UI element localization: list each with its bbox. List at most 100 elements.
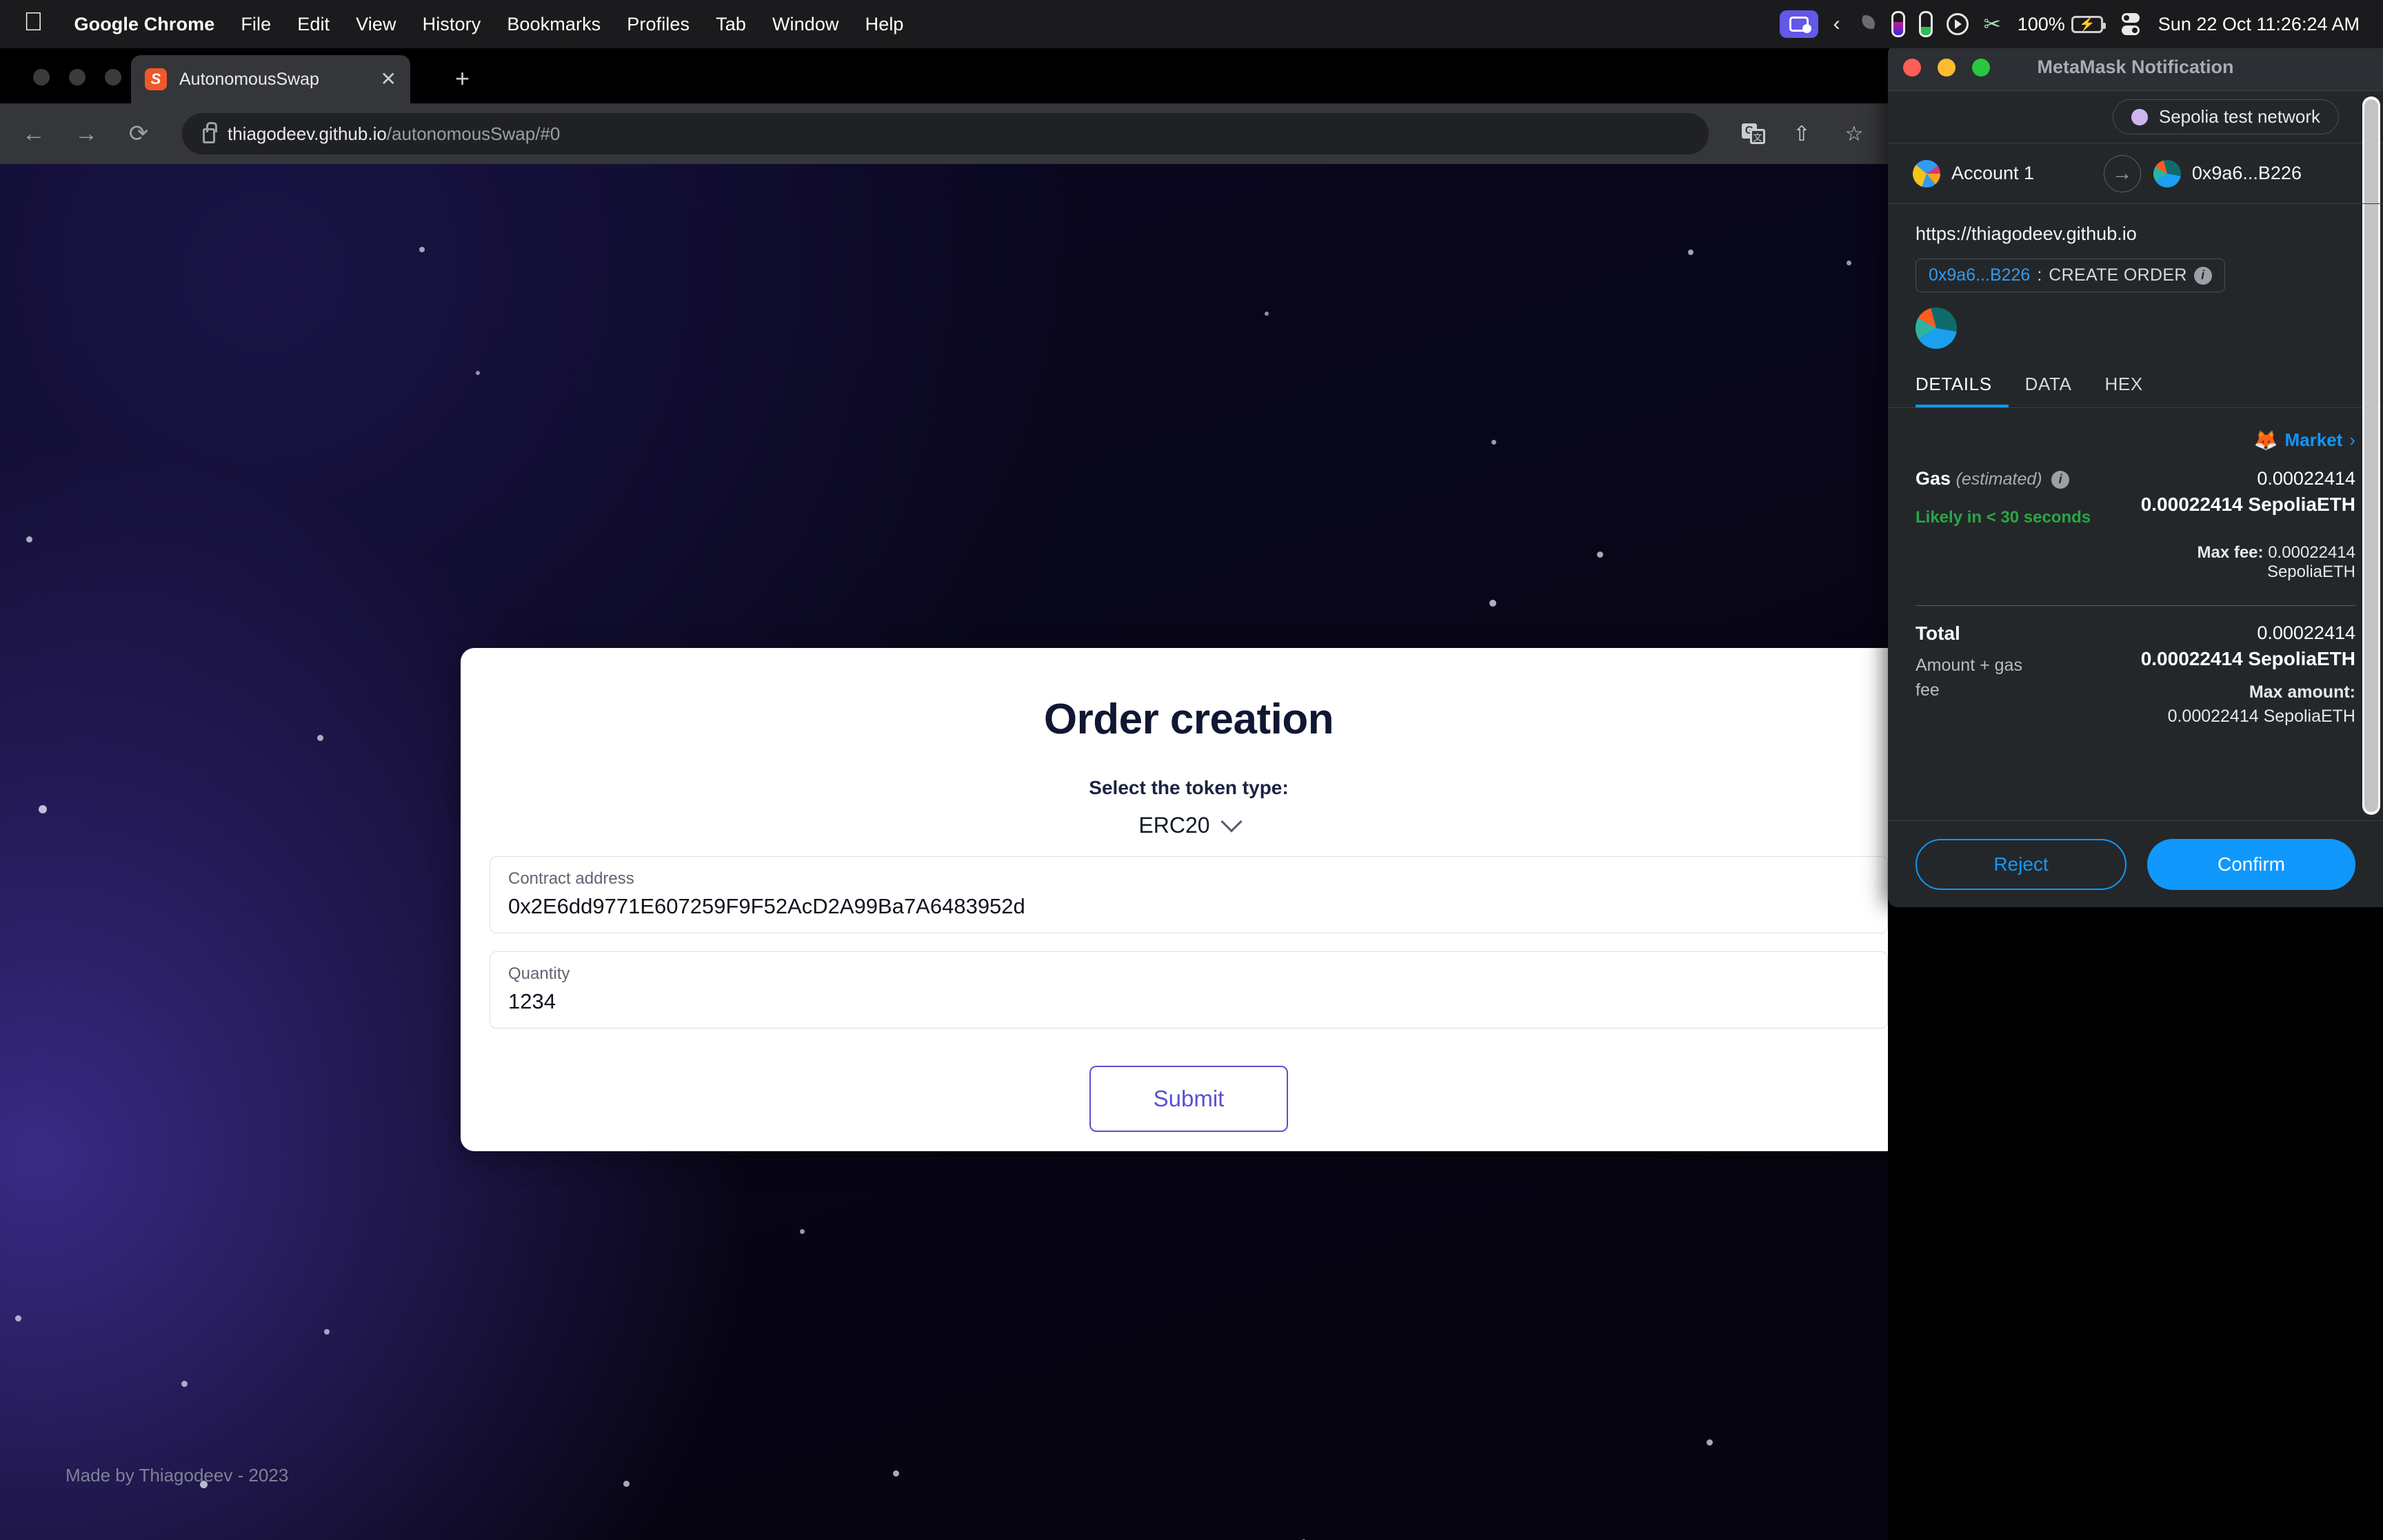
to-account-name: 0x9a6...B226 bbox=[2191, 163, 2302, 183]
origin-section: https://thiagodeev.github.io 0x9a6...B22… bbox=[1888, 204, 2383, 349]
menu-bar-clock[interactable]: Sun 22 Oct 11:26:24 AM bbox=[2158, 14, 2360, 35]
new-tab-button[interactable]: + bbox=[455, 66, 470, 91]
menu-item-file[interactable]: File bbox=[228, 14, 284, 35]
share-icon[interactable]: ⇧ bbox=[1786, 122, 1818, 146]
market-link[interactable]: 🦊 Market › bbox=[1916, 429, 2355, 452]
address-bar[interactable]: thiagodeev.github.io/autonomousSwap/#0 bbox=[182, 113, 1709, 154]
total-sublabel-line2: fee bbox=[1916, 680, 1940, 700]
gas-max-fee-label: Max fee: bbox=[2197, 543, 2264, 562]
browser-toolbar: ← → ⟳ thiagodeev.github.io/autonomousSwa… bbox=[0, 103, 1888, 164]
page-footer: Made by Thiagodeev - 2023 bbox=[66, 1465, 289, 1486]
menu-bar-status-area: ‹ ✂ 100% ⚡ Sun 22 Oct 11:26:24 AM bbox=[1779, 10, 2360, 38]
transaction-address[interactable]: 0x9a6...B226 bbox=[1929, 265, 2030, 285]
battery-charging-icon[interactable]: ⚡ bbox=[2071, 15, 2106, 33]
menu-item-view[interactable]: View bbox=[343, 14, 409, 35]
info-icon[interactable]: i bbox=[2193, 266, 2212, 285]
from-account[interactable]: Account 1 bbox=[1913, 159, 2091, 188]
metamask-title-bar: MetaMask Notification bbox=[1888, 44, 2383, 91]
star-dot bbox=[1688, 250, 1693, 255]
submit-button[interactable]: Submit bbox=[1089, 1066, 1288, 1132]
star-dot bbox=[26, 536, 32, 543]
screen-recording-icon[interactable] bbox=[1779, 10, 1818, 38]
address-bar-url: thiagodeev.github.io/autonomousSwap/#0 bbox=[228, 123, 560, 145]
battery-pill-green-icon[interactable] bbox=[1918, 11, 1933, 37]
chevron-left-icon[interactable]: ‹ bbox=[1833, 12, 1840, 36]
star-dot bbox=[39, 805, 47, 813]
metamask-traffic-lights[interactable] bbox=[1903, 58, 1990, 77]
minimize-window-button[interactable] bbox=[1938, 58, 1955, 77]
browser-tab[interactable]: S AutonomousSwap ✕ bbox=[131, 55, 410, 103]
market-label: Market bbox=[2284, 429, 2343, 450]
gas-label: Gas bbox=[1916, 468, 1951, 489]
menu-item-tab[interactable]: Tab bbox=[703, 14, 759, 35]
menu-item-google-chrome[interactable]: Google Chrome bbox=[61, 14, 228, 35]
star-dot bbox=[317, 735, 323, 741]
menu-item-edit[interactable]: Edit bbox=[284, 14, 343, 35]
url-host: thiagodeev.github.io bbox=[228, 123, 387, 144]
quantity-label: Quantity bbox=[508, 964, 570, 983]
menu-bar-left:  Google Chrome File Edit View History B… bbox=[23, 9, 917, 37]
total-amount-fiat: 0.00022414 bbox=[2257, 622, 2355, 643]
maximize-window-button[interactable] bbox=[1972, 58, 1990, 77]
tab-details[interactable]: DETAILS bbox=[1916, 367, 2009, 407]
metamask-notification-window: MetaMask Notification Sepolia test netwo… bbox=[1888, 44, 2383, 907]
reload-button[interactable]: ⟳ bbox=[123, 122, 154, 145]
info-icon[interactable]: i bbox=[2051, 470, 2070, 489]
menu-item-history[interactable]: History bbox=[410, 14, 494, 35]
menu-item-help[interactable]: Help bbox=[852, 14, 917, 35]
transaction-badge[interactable]: 0x9a6...B226 : CREATE ORDER i bbox=[1916, 259, 2225, 292]
total-amount-native: 0.00022414 SepoliaETH bbox=[2140, 648, 2355, 669]
chevron-down-icon bbox=[1220, 810, 1243, 833]
translate-icon[interactable]: G文 bbox=[1742, 123, 1765, 144]
total-label-group: Total Amount + gas fee bbox=[1916, 622, 2109, 727]
play-circle-icon[interactable] bbox=[1946, 13, 1969, 35]
metamask-scrollbar[interactable] bbox=[2362, 97, 2380, 815]
url-path: /autonomousSwap/#0 bbox=[386, 123, 561, 144]
to-account[interactable]: 0x9a6...B226 bbox=[2153, 159, 2358, 188]
page-viewport: Order creation Select the token type: ER… bbox=[0, 164, 1888, 1540]
network-row: Sepolia test network bbox=[1888, 91, 2383, 143]
contract-address-field[interactable]: Contract address 0x2E6dd9771E607259F9F52… bbox=[490, 856, 1888, 933]
token-type-select[interactable]: ERC20 bbox=[461, 810, 1888, 838]
network-selector[interactable]: Sepolia test network bbox=[2112, 99, 2339, 134]
close-icon[interactable]: ✕ bbox=[381, 70, 396, 89]
moon-icon[interactable] bbox=[1853, 12, 1878, 36]
total-max-amount-label: Max amount: bbox=[2249, 682, 2355, 702]
back-button[interactable]: ← bbox=[18, 122, 50, 145]
star-dot bbox=[1847, 261, 1851, 265]
minimize-window-button[interactable] bbox=[69, 69, 86, 85]
menu-item-window[interactable]: Window bbox=[759, 14, 852, 35]
tab-hex[interactable]: HEX bbox=[2105, 367, 2160, 407]
scrollbar-thumb[interactable] bbox=[2364, 99, 2378, 812]
total-label: Total bbox=[1916, 622, 1960, 644]
maximize-window-button[interactable] bbox=[105, 69, 121, 85]
avatar bbox=[2153, 159, 2181, 188]
star-dot bbox=[324, 1329, 330, 1335]
chevron-right-icon: › bbox=[2349, 429, 2355, 450]
quantity-input[interactable]: 1234 bbox=[508, 989, 1869, 1014]
control-center-icon[interactable] bbox=[2121, 12, 2140, 36]
reject-button[interactable]: Reject bbox=[1916, 838, 2126, 890]
gas-amount-native: 0.00022414 SepoliaETH bbox=[2140, 494, 2355, 515]
gas-amount-fiat: 0.00022414 bbox=[2257, 468, 2355, 489]
scissors-icon[interactable]: ✂ bbox=[1984, 12, 2001, 37]
confirm-button[interactable]: Confirm bbox=[2147, 838, 2355, 890]
menu-item-profiles[interactable]: Profiles bbox=[614, 14, 703, 35]
menu-item-bookmarks[interactable]: Bookmarks bbox=[494, 14, 614, 35]
star-dot bbox=[1265, 312, 1269, 316]
battery-pill-icon[interactable] bbox=[1891, 11, 1905, 37]
total-max-amount-value: 0.00022414 SepoliaETH bbox=[2167, 707, 2355, 726]
window-traffic-lights[interactable] bbox=[33, 69, 121, 85]
close-window-button[interactable] bbox=[33, 69, 50, 85]
forward-button[interactable]: → bbox=[70, 122, 102, 145]
contract-address-input[interactable]: 0x2E6dd9771E607259F9F52AcD2A99Ba7A648395… bbox=[508, 894, 1869, 919]
star-dot bbox=[800, 1229, 805, 1234]
network-status-dot-icon bbox=[2131, 108, 2148, 125]
order-creation-card: Order creation Select the token type: ER… bbox=[461, 648, 1888, 1151]
bookmark-star-icon[interactable]: ☆ bbox=[1838, 122, 1870, 146]
close-window-button[interactable] bbox=[1903, 58, 1921, 77]
tab-data[interactable]: DATA bbox=[2025, 367, 2089, 407]
star-dot bbox=[1489, 600, 1496, 607]
apple-icon[interactable]:  bbox=[23, 9, 43, 35]
quantity-field[interactable]: Quantity 1234 bbox=[490, 951, 1888, 1029]
